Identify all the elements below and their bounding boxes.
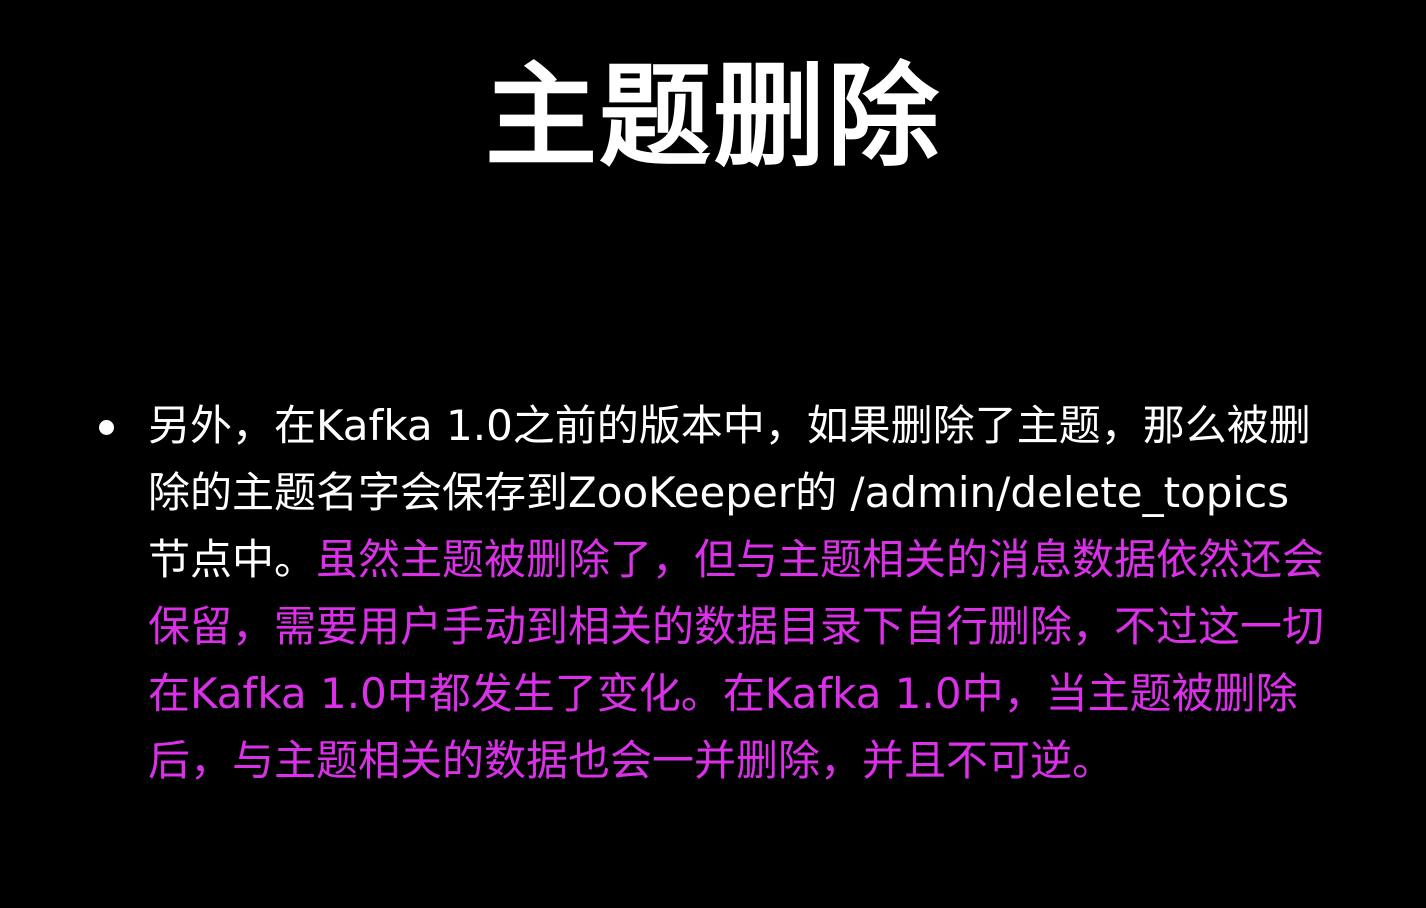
slide-title: 主题删除 — [485, 52, 941, 182]
bullet-item: 另外，在Kafka 1.0之前的版本中，如果删除了主题，那么被删除的主题名字会保… — [0, 392, 1344, 794]
bullet-dot-icon — [99, 420, 114, 435]
slide: 主题删除 另外，在Kafka 1.0之前的版本中，如果删除了主题，那么被删除的主… — [0, 0, 1426, 908]
bullet-text-highlight: 虽然主题被删除了，但与主题相关的消息数据依然还会保留，需要用户手动到相关的数据目… — [148, 535, 1325, 785]
bullet-list: 另外，在Kafka 1.0之前的版本中，如果删除了主题，那么被删除的主题名字会保… — [0, 392, 1426, 794]
